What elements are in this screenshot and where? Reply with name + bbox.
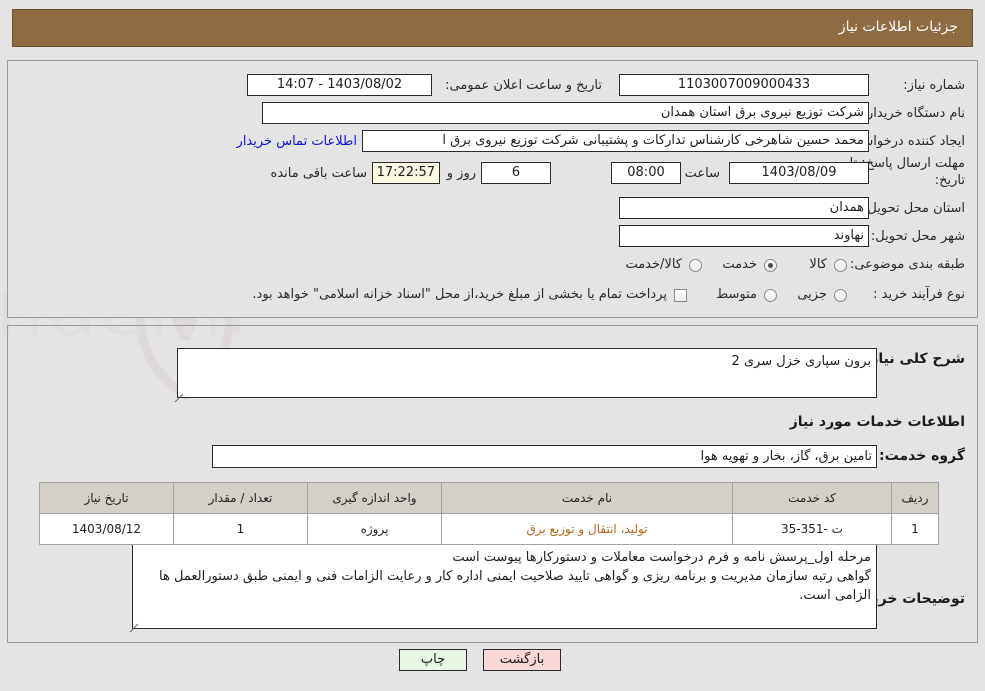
buyer-notes-value[interactable] [132,544,877,629]
province-value: همدان [619,197,869,219]
table-row: 1 ت -351-35 تولید، انتقال و توزیع برق پر… [39,513,939,545]
radio-process-motavaset-label: متوسط [716,287,757,302]
th-unit: واحد اندازه گیری [307,482,442,514]
cell-name: تولید، انتقال و توزیع برق [441,513,733,545]
category-label: طبقه بندی موضوعی: [849,257,965,272]
back-button[interactable]: بازگشت [483,649,561,671]
need-number-label: شماره نیاز: [903,78,965,93]
radio-category-khedmat[interactable] [764,259,777,272]
cell-quantity: 1 [173,513,308,545]
radio-process-jozi[interactable] [834,289,847,302]
remaining-days-label: روز و [446,166,476,181]
process-label: نوع فرآیند خرید : [873,287,965,302]
table-header-row: ردیف کد خدمت نام خدمت واحد اندازه گیری ت… [39,482,939,514]
general-desc-value[interactable] [177,348,877,398]
announce-label: تاریخ و ساعت اعلان عمومی: [445,78,602,93]
radio-process-jozi-label: جزیی [797,287,827,302]
window-title-bar: جزئیات اطلاعات نیاز [12,9,973,47]
cell-code: ت -351-35 [732,513,892,545]
remaining-time-value: 17:22:57 [372,162,440,184]
general-desc-label: شرح کلی نیاز: [864,351,965,367]
cell-date: 1403/08/12 [39,513,174,545]
province-label: استان محل تحویل: [863,201,965,216]
remaining-days-value: 6 [481,162,551,184]
deadline-date-value: 1403/08/09 [729,162,869,184]
buyer-org-value: شرکت توزیع نیروی برق استان همدان [262,102,869,124]
buyer-contact-link[interactable]: اطلاعات تماس خریدار [237,134,357,149]
need-details-page: AriaTender.ir جزئیات اطلاعات نیاز شماره … [0,0,985,691]
radio-category-kala-khedmat-label: کالا/خدمت [625,257,682,272]
city-value: نهاوند [619,225,869,247]
cell-unit: پروژه [307,513,442,545]
deadline-hour-label: ساعت [684,166,720,181]
th-name: نام خدمت [441,482,733,514]
radio-category-kala[interactable] [834,259,847,272]
services-heading: اطلاعات خدمات مورد نیاز [789,414,965,430]
service-group-label: گروه خدمت: [879,448,965,464]
th-row: ردیف [891,482,939,514]
print-button[interactable]: چاپ [399,649,467,671]
page-title: جزئیات اطلاعات نیاز [838,19,958,35]
treasury-bonds-checkbox[interactable] [674,289,687,302]
details-panel: شرح کلی نیاز: اطلاعات خدمات مورد نیاز گر… [7,325,978,643]
deadline-label-line2: تاریخ: [934,173,965,188]
services-table: ردیف کد خدمت نام خدمت واحد اندازه گیری ت… [39,482,939,545]
remaining-time-label: ساعت باقی مانده [270,166,367,181]
th-code: کد خدمت [732,482,892,514]
radio-category-kala-khedmat[interactable] [689,259,702,272]
radio-process-motavaset[interactable] [764,289,777,302]
requester-value: محمد حسین شاهرخی کارشناس تدارکات و پشتیب… [362,130,869,152]
radio-category-kala-label: کالا [809,257,827,272]
need-number-value: 1103007009000433 [619,74,869,96]
announce-value: 1403/08/02 - 14:07 [247,74,432,96]
treasury-bonds-label: پرداخت تمام یا بخشی از مبلغ خرید،از محل … [252,287,667,302]
summary-panel: شماره نیاز: 1103007009000433 تاریخ و ساع… [7,60,978,318]
cell-row: 1 [891,513,939,545]
radio-category-khedmat-label: خدمت [722,257,757,272]
service-group-value: تامین برق، گاز، بخار و تهویه هوا [212,445,877,468]
deadline-hour-value: 08:00 [611,162,681,184]
buyer-org-label: نام دستگاه خریدار: [862,106,965,121]
th-quantity: تعداد / مقدار [173,482,308,514]
th-date: تاریخ نیاز [39,482,174,514]
city-label: شهر محل تحویل: [870,229,965,244]
